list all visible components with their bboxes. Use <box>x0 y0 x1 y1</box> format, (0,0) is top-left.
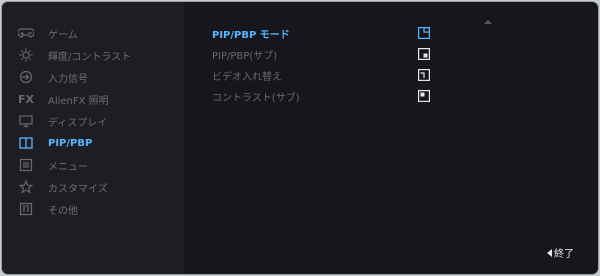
option-video-swap[interactable]: ビデオ入れ替え <box>212 67 442 83</box>
pip-mode-icon <box>418 27 430 39</box>
display-icon <box>16 112 36 130</box>
exit-button[interactable]: 終了 <box>547 245 574 260</box>
sidebar-item-label: AlienFX 照明 <box>48 95 109 107</box>
sidebar-item-display[interactable]: ディスプレイ <box>16 112 107 130</box>
sidebar-item-game[interactable]: ゲーム <box>16 24 78 42</box>
sidebar-item-menu[interactable]: メニュー <box>16 156 88 174</box>
sub-contrast-icon <box>418 90 430 102</box>
sidebar-item-label: メニュー <box>48 161 88 173</box>
brightness-icon <box>16 46 36 64</box>
input-source-icon <box>16 68 36 86</box>
option-label: ビデオ入れ替え <box>212 71 282 83</box>
gamepad-icon <box>16 24 36 42</box>
sidebar-item-alienfx-lighting[interactable]: FX AlienFX 照明 <box>16 90 109 108</box>
sidebar-item-label: ゲーム <box>48 29 78 41</box>
sidebar-item-label: その他 <box>48 205 78 217</box>
pip-sub-icon <box>418 48 430 60</box>
option-sub-contrast[interactable]: コントラスト(サブ) <box>212 88 442 104</box>
option-label: コントラスト(サブ) <box>212 92 300 104</box>
sidebar-item-label: 輝度/コントラスト <box>48 51 132 63</box>
osd-menu: ゲーム 輝度/コントラスト 入力信号 FX AlienFX 照明 ディスプレイ <box>2 2 598 274</box>
info-icon <box>16 200 36 218</box>
star-icon <box>16 178 36 196</box>
sidebar: ゲーム 輝度/コントラスト 入力信号 FX AlienFX 照明 ディスプレイ <box>2 2 184 274</box>
submenu-panel: PIP/PBP モード PIP/PBP(サブ) ビデオ入れ替え コントラスト(サ… <box>184 2 598 274</box>
sidebar-item-label: PIP/PBP <box>48 137 93 149</box>
video-swap-icon <box>418 69 430 81</box>
sidebar-item-label: カスタマイズ <box>48 183 108 195</box>
alienfx-icon: FX <box>18 92 34 106</box>
sidebar-item-pip-pbp[interactable]: PIP/PBP <box>16 134 92 152</box>
sidebar-item-brightness-contrast[interactable]: 輝度/コントラスト <box>16 46 131 64</box>
back-arrow-icon <box>547 248 552 257</box>
exit-label: 終了 <box>554 249 574 260</box>
sidebar-item-label: ディスプレイ <box>48 117 108 129</box>
sidebar-item-customize[interactable]: カスタマイズ <box>16 178 108 196</box>
sidebar-item-other[interactable]: その他 <box>16 200 78 218</box>
pip-pbp-icon <box>16 134 36 152</box>
sidebar-item-input-source[interactable]: 入力信号 <box>16 68 88 86</box>
sidebar-item-label: 入力信号 <box>48 73 88 85</box>
menu-icon <box>16 156 36 174</box>
option-label: PIP/PBP モード <box>212 29 290 41</box>
option-pip-pbp-sub[interactable]: PIP/PBP(サブ) <box>212 46 442 62</box>
scroll-up-arrow-icon[interactable] <box>484 20 492 24</box>
option-pip-pbp-mode[interactable]: PIP/PBP モード <box>212 25 442 41</box>
option-label: PIP/PBP(サブ) <box>212 50 278 62</box>
